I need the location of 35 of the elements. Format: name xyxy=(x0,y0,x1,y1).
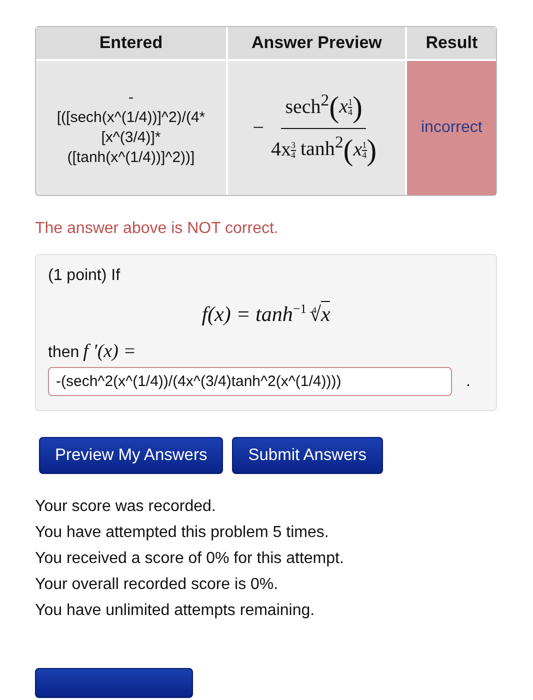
submit-button[interactable]: Submit Answers xyxy=(232,437,383,474)
score-line: You received a score of 0% for this attempt. xyxy=(35,549,345,569)
then-label: then xyxy=(48,344,80,362)
score-line: You have unlimited attempts remaining. xyxy=(35,601,316,621)
column-header: Entered xyxy=(36,27,228,61)
paren: ) xyxy=(366,134,377,167)
cut-off-button[interactable] xyxy=(35,668,193,698)
denominator-text: 4x xyxy=(271,138,291,160)
column-header: Answer Preview xyxy=(228,27,408,61)
problem-intro: (1 point) If xyxy=(48,267,122,285)
score-line: You have attempted this problem 5 times. xyxy=(35,523,330,543)
exponent-denominator: 4 xyxy=(291,150,296,160)
answer-field[interactable]: -(sech^2(x^(1/4))/(4x^(3/4)tanh^2(x^(1/4)))) xyxy=(48,367,452,396)
variable: x xyxy=(353,138,362,160)
entered-cell: - [([sech(x^(1/4))]^2)/(4* [x^(3/4)]* ([tanh(x^(1/4))]^2))] xyxy=(36,61,228,195)
derivative-label: f ′(x) = xyxy=(83,341,136,363)
exponent-numerator: 1 xyxy=(348,98,352,108)
paren: ( xyxy=(343,134,354,167)
score-line: Your score was recorded. xyxy=(35,497,217,517)
exponent-denominator: 4 xyxy=(348,108,352,118)
column-header: Result xyxy=(407,27,496,61)
exponent-denominator: 4 xyxy=(362,150,367,160)
submit-button[interactable]: Preview My Answers xyxy=(39,437,224,474)
result-cell: incorrect xyxy=(407,61,496,195)
variable: x xyxy=(339,96,348,118)
minus-sign: − xyxy=(252,116,264,140)
denominator-text: tanh$^{2}$ xyxy=(300,138,344,160)
numerator-text: sech$^{2}$ xyxy=(285,96,330,118)
score-line: Your overall recorded score is 0%. xyxy=(35,575,280,595)
exponent-numerator: 1 xyxy=(362,140,367,150)
paren: ( xyxy=(329,92,340,124)
paren: ) xyxy=(352,92,362,124)
period: . xyxy=(466,372,470,390)
exponent-numerator: 3 xyxy=(291,140,296,150)
error-message: The answer above is NOT correct. xyxy=(35,220,280,238)
